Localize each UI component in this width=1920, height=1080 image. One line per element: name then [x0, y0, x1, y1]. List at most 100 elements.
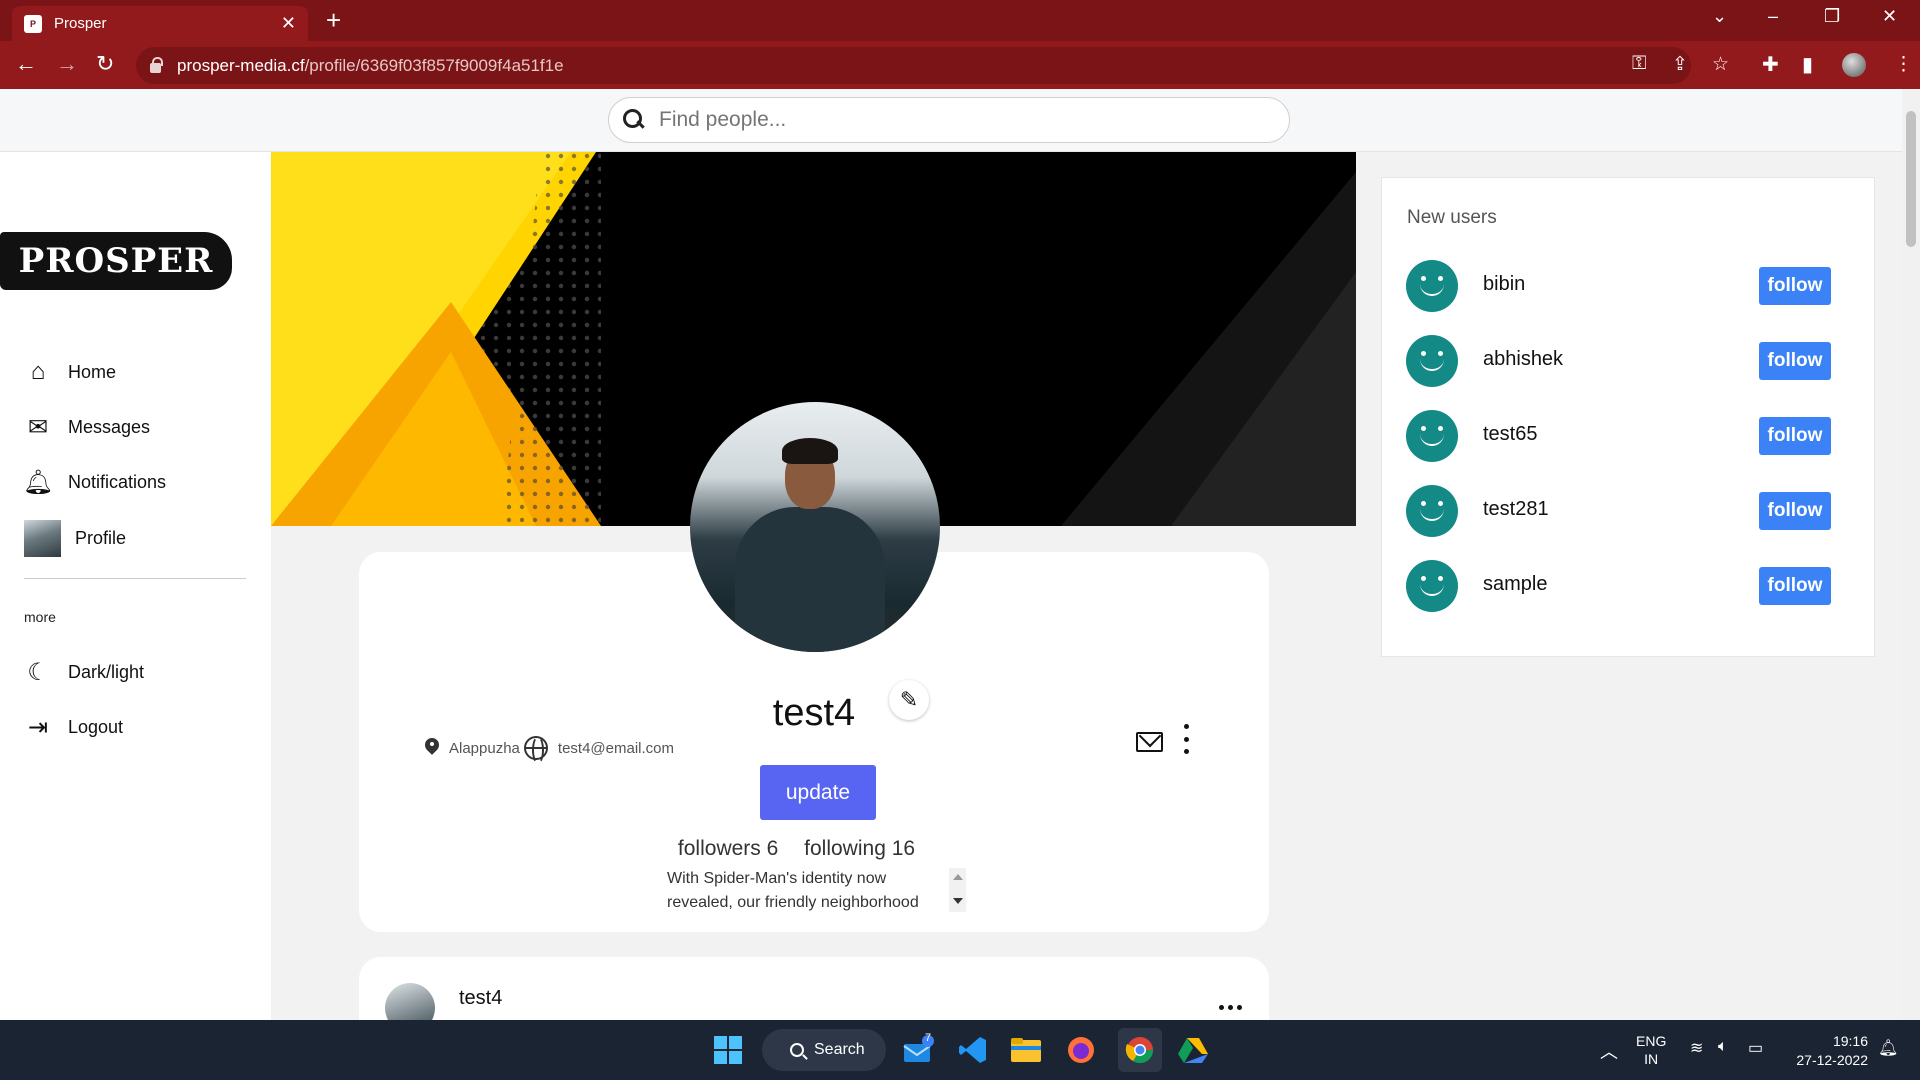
- prosper-logo[interactable]: PROSPER: [0, 232, 232, 290]
- new-tab-icon[interactable]: +: [326, 6, 341, 34]
- profile-meta: Alappuzha test4@email.com: [425, 736, 675, 764]
- url-path: /profile/6369f03f857f9009f4a51f1e: [304, 55, 564, 75]
- nav-label: Messages: [68, 416, 151, 437]
- post-more-icon[interactable]: [1219, 1005, 1242, 1010]
- user-avatar[interactable]: [1406, 335, 1458, 387]
- bell-icon: 🔔︎: [22, 468, 54, 496]
- chrome-profile-avatar[interactable]: [1842, 53, 1866, 77]
- chrome-taskbar-icon[interactable]: [1118, 1028, 1162, 1072]
- nav-notifications[interactable]: 🔔︎ Notifications: [22, 468, 167, 496]
- following-count[interactable]: following 16: [804, 837, 915, 860]
- chrome-menu-icon[interactable]: ⋮: [1894, 53, 1913, 76]
- page-scrollbar[interactable]: [1902, 89, 1920, 1020]
- forward-icon[interactable]: →: [56, 52, 78, 76]
- close-window-icon[interactable]: ✕: [1882, 6, 1897, 27]
- nav-label: Dark/light: [68, 661, 145, 682]
- find-people-search[interactable]: [608, 97, 1290, 143]
- new-user-row: test281 follow: [1406, 485, 1856, 537]
- user-avatar[interactable]: [1406, 560, 1458, 612]
- minimize-icon[interactable]: –: [1768, 6, 1778, 27]
- new-user-row: sample follow: [1406, 560, 1856, 612]
- clock[interactable]: 19:16 27-12-2022: [1786, 1032, 1868, 1070]
- nav-label: Home: [68, 361, 117, 382]
- restore-icon[interactable]: ❐: [1824, 6, 1840, 27]
- nav-messages[interactable]: ✉ Messages: [24, 413, 150, 441]
- browser-tab[interactable]: P Prosper ✕: [12, 6, 308, 41]
- profile-location: Alappuzha: [449, 739, 520, 757]
- nav-label: Logout: [68, 716, 124, 737]
- follow-button[interactable]: follow: [1759, 342, 1831, 380]
- address-bar[interactable]: prosper-media.cf/profile/6369f03f857f900…: [136, 47, 1691, 84]
- share-icon[interactable]: ⇪: [1672, 53, 1688, 76]
- battery-icon[interactable]: ▭: [1748, 1038, 1763, 1058]
- profile-email: test4@email.com: [557, 739, 675, 757]
- moon-icon: ☾: [27, 658, 49, 686]
- file-explorer-icon[interactable]: [1008, 1032, 1044, 1068]
- follow-button[interactable]: follow: [1759, 267, 1831, 305]
- web-page: PROSPER ⌂ Home ✉ Messages 🔔︎ Notificatio…: [0, 89, 1902, 1020]
- search-icon: [623, 109, 645, 131]
- key-icon[interactable]: ⚿: [1632, 53, 1646, 75]
- edit-pencil-icon[interactable]: ✎: [889, 680, 929, 720]
- taskbar-search[interactable]: Search: [762, 1029, 886, 1071]
- sidebar: PROSPER ⌂ Home ✉ Messages 🔔︎ Notificatio…: [0, 152, 271, 1020]
- favicon-icon: P: [24, 14, 42, 33]
- mail-app-icon[interactable]: 7: [900, 1032, 936, 1068]
- nav-home[interactable]: ⌂ Home: [24, 358, 116, 386]
- close-tab-icon[interactable]: ✕: [281, 13, 296, 34]
- new-user-name[interactable]: test65: [1483, 423, 1537, 446]
- side-panel-icon[interactable]: ▮: [1802, 52, 1813, 77]
- home-icon: ⌂: [30, 358, 46, 385]
- profile-picture: [690, 402, 940, 652]
- profile-more-icon[interactable]: [1182, 724, 1190, 754]
- firefox-icon[interactable]: [1063, 1032, 1099, 1068]
- follow-button[interactable]: follow: [1759, 567, 1831, 605]
- nav-dark-light[interactable]: ☾ Dark/light: [24, 658, 144, 686]
- lang-bottom: IN: [1644, 1051, 1659, 1067]
- nav-profile[interactable]: Profile: [24, 520, 126, 557]
- wifi-icon[interactable]: ≋: [1690, 1038, 1703, 1058]
- search-icon: [790, 1043, 804, 1057]
- nav-logout[interactable]: ⇥ Logout: [24, 713, 123, 741]
- nav-label: Profile: [75, 528, 127, 548]
- top-bar: [0, 89, 1902, 152]
- tray-chevron-icon[interactable]: ︿: [1600, 1038, 1618, 1064]
- language-indicator[interactable]: ENG IN: [1636, 1032, 1666, 1068]
- tab-search-chevron-icon[interactable]: ⌄: [1712, 6, 1727, 27]
- clock-time: 19:16: [1832, 1033, 1868, 1049]
- search-input[interactable]: [659, 108, 1239, 132]
- post-avatar[interactable]: [385, 983, 435, 1020]
- reload-icon[interactable]: ↻: [96, 52, 114, 76]
- new-user-name[interactable]: abhishek: [1483, 348, 1563, 371]
- windows-taskbar: Search 7 ︿ ENG IN ≋ 🔈︎ ▭ 19:16 27-12-202…: [0, 1020, 1920, 1080]
- bio-scrollbar[interactable]: [949, 868, 966, 912]
- back-icon[interactable]: ←: [15, 52, 37, 76]
- nav-label: Notifications: [68, 471, 167, 492]
- notification-bell-icon[interactable]: 🔔︎: [1878, 1038, 1898, 1058]
- nav-divider: [24, 578, 246, 579]
- profile-avatar: [24, 520, 61, 557]
- post-username[interactable]: test4: [459, 987, 502, 1010]
- user-avatar[interactable]: [1406, 485, 1458, 537]
- globe-icon: [523, 736, 548, 764]
- message-user-icon[interactable]: [1136, 732, 1163, 752]
- follow-button[interactable]: follow: [1759, 417, 1831, 455]
- follow-button[interactable]: follow: [1759, 492, 1831, 530]
- windows-start-icon[interactable]: [710, 1032, 746, 1068]
- new-user-name[interactable]: sample: [1483, 573, 1547, 596]
- followers-count[interactable]: followers 6: [678, 837, 778, 860]
- taskbar-search-label: Search: [814, 1041, 865, 1058]
- user-avatar[interactable]: [1406, 260, 1458, 312]
- star-icon[interactable]: ☆: [1712, 53, 1729, 76]
- scrollbar-thumb[interactable]: [1906, 111, 1916, 247]
- google-drive-icon[interactable]: [1175, 1032, 1211, 1068]
- vscode-icon[interactable]: [955, 1032, 991, 1068]
- new-user-row: test65 follow: [1406, 410, 1856, 462]
- user-avatar[interactable]: [1406, 410, 1458, 462]
- new-user-name[interactable]: test281: [1483, 498, 1549, 521]
- lang-top: ENG: [1636, 1033, 1667, 1049]
- new-user-name[interactable]: bibin: [1483, 273, 1525, 296]
- extensions-icon[interactable]: ✚: [1762, 52, 1779, 77]
- update-button[interactable]: update: [760, 765, 876, 820]
- volume-icon[interactable]: 🔈︎: [1718, 1038, 1728, 1056]
